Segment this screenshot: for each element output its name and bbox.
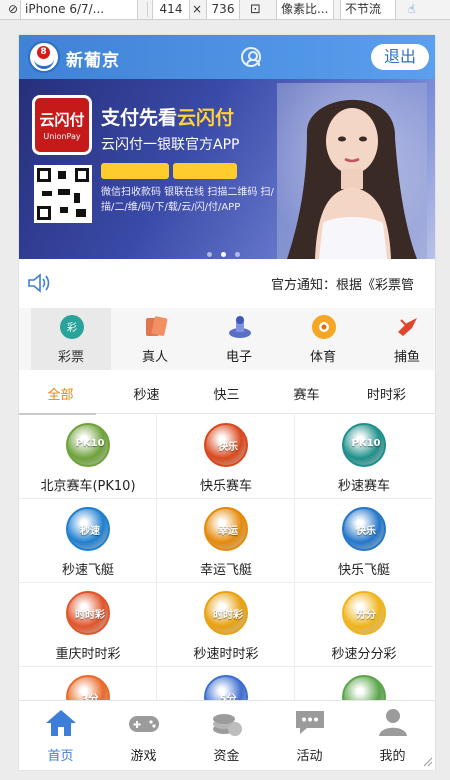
home-icon bbox=[46, 710, 76, 736]
game-name: 快乐飞艇 bbox=[337, 563, 390, 578]
carousel-dots[interactable] bbox=[207, 242, 249, 259]
game-tile[interactable]: 时时彩 秒速时时彩 bbox=[157, 583, 295, 667]
category-1[interactable]: 彩彩票 bbox=[31, 308, 111, 370]
game-name: 北京赛车(PK10) bbox=[40, 479, 136, 494]
notice-text[interactable]: 官方通知：根据《彩票管 bbox=[271, 274, 431, 293]
nav-label: 首页 bbox=[47, 749, 74, 764]
lottery-ball-icon: 彩 bbox=[60, 315, 84, 339]
touch-icon[interactable]: ☝ bbox=[408, 0, 415, 20]
rotate-device-icon[interactable]: ⊡ bbox=[250, 0, 261, 20]
nav-2[interactable]: 游戏 bbox=[102, 701, 185, 770]
game-tile[interactable]: 快乐 快乐飞艇 bbox=[295, 499, 433, 583]
banner-subtitle: 云闪付一银联官方APP bbox=[101, 137, 240, 153]
logout-button[interactable]: 退出 bbox=[371, 44, 429, 70]
tab-4[interactable]: 赛车 bbox=[265, 378, 348, 414]
brand-logo-icon[interactable]: 8 bbox=[28, 41, 60, 73]
gamepad-icon bbox=[129, 716, 159, 732]
nav-label: 资金 bbox=[213, 749, 240, 764]
notice-bar: 官方通知：根据《彩票管 bbox=[19, 259, 435, 305]
brand-name: 新葡京 bbox=[66, 51, 120, 71]
nav-1[interactable]: 首页 bbox=[19, 701, 102, 770]
rotate-icon[interactable]: ⊘ bbox=[8, 0, 18, 20]
game-tile[interactable]: 幸运 幸运飞艇 bbox=[157, 499, 295, 583]
carousel-dot[interactable] bbox=[207, 252, 212, 257]
fish-icon bbox=[398, 318, 417, 336]
game-icon: 分分 bbox=[342, 591, 386, 635]
nav-label: 游戏 bbox=[130, 749, 157, 764]
bottom-navigation: 首页 游戏 资金 活动 我的 bbox=[19, 700, 435, 770]
nav-label: 活动 bbox=[296, 749, 323, 764]
category-label: 体育 bbox=[309, 350, 336, 365]
game-name: 秒速分分彩 bbox=[331, 647, 397, 662]
tab-2[interactable]: 秒速 bbox=[105, 378, 188, 414]
category-label: 真人 bbox=[141, 350, 168, 365]
game-name: 快乐赛车 bbox=[199, 479, 252, 494]
throttle-select[interactable]: 不节流 bbox=[340, 0, 396, 20]
game-tile[interactable]: 时时彩 重庆时时彩 bbox=[19, 583, 157, 667]
game-name: 幸运飞艇 bbox=[199, 563, 252, 578]
category-4[interactable]: 体育 bbox=[283, 308, 363, 370]
game-icon: 秒速 bbox=[66, 507, 110, 551]
carousel-dot[interactable] bbox=[221, 252, 226, 257]
game-name: 重庆时时彩 bbox=[55, 647, 121, 662]
promo-banner[interactable]: 云闪付 UnionPay 支付先看云闪付 云闪付一银联官方APP 微信扫收款码 … bbox=[19, 79, 435, 259]
game-icon: 时时彩 bbox=[66, 591, 110, 635]
game-name: 秒速时时彩 bbox=[193, 647, 259, 662]
tab-1[interactable]: 全部 bbox=[19, 378, 102, 415]
chat-icon bbox=[296, 711, 324, 734]
user-icon[interactable] bbox=[241, 47, 261, 67]
game-name: 秒速飞艇 bbox=[61, 563, 114, 578]
app-header: 8 新葡京 退出 bbox=[19, 35, 435, 79]
banner-model-image bbox=[277, 83, 427, 259]
tab-5[interactable]: 时时彩 bbox=[345, 378, 428, 414]
category-2[interactable]: 真人 bbox=[115, 308, 195, 370]
lottery-tabs: 全部 秒速 快三 赛车 时时彩 bbox=[19, 378, 435, 415]
category-label: 捕鱼 bbox=[393, 350, 420, 365]
game-name: 秒速赛车 bbox=[337, 479, 390, 494]
times-label: × bbox=[192, 2, 203, 16]
tab-3[interactable]: 快三 bbox=[185, 378, 268, 414]
game-tile[interactable]: 快乐 快乐赛车 bbox=[157, 415, 295, 499]
playing-cards-icon bbox=[146, 316, 168, 336]
game-icon: 快乐 bbox=[204, 423, 248, 467]
game-icon: 幸运 bbox=[204, 507, 248, 551]
phone-viewport: 8 新葡京 退出 云闪付 UnionPay 支付先看云闪付 云闪付一银联官方AP… bbox=[19, 35, 435, 770]
soccer-ball-icon bbox=[312, 315, 336, 339]
unionpay-logo: 云闪付 UnionPay bbox=[32, 95, 92, 155]
game-tile[interactable]: 秒速 秒速飞艇 bbox=[19, 499, 157, 583]
banner-description: 微信扫收款码 银联在线 扫描二维码 扫/描/二/维/码/下/载/云/闪/付/AP… bbox=[101, 187, 274, 213]
banner-title: 支付先看云闪付 bbox=[101, 107, 235, 129]
banner-badge-1 bbox=[101, 163, 169, 179]
devtools-toolbar: ⊘ iPhone 6/7/... 414 × 736 ⊡ 像素比... 不节流 … bbox=[0, 0, 450, 20]
pixel-ratio-select[interactable]: 像素比... bbox=[276, 0, 334, 20]
svg-text:彩: 彩 bbox=[67, 322, 77, 334]
category-3[interactable]: 电子 bbox=[199, 308, 279, 370]
category-label: 彩票 bbox=[57, 350, 84, 365]
height-field[interactable]: 736 bbox=[206, 0, 240, 20]
carousel-dot[interactable] bbox=[235, 252, 240, 257]
game-icon: PK10 bbox=[66, 423, 110, 467]
device-select[interactable]: iPhone 6/7/... bbox=[20, 0, 138, 20]
coins-icon bbox=[213, 714, 242, 736]
qr-code-icon bbox=[34, 165, 92, 223]
game-grid: PK10 北京赛车(PK10) 快乐 快乐赛车 PK10 秒速赛车 秒速 秒速飞艇 幸运 幸运飞艇… bbox=[19, 415, 435, 751]
game-icon: 快乐 bbox=[342, 507, 386, 551]
category-label: 电子 bbox=[225, 350, 252, 365]
logo-number: 8 bbox=[37, 46, 50, 59]
game-tile[interactable]: PK10 北京赛车(PK10) bbox=[19, 415, 157, 499]
speaker-icon bbox=[28, 273, 50, 293]
resize-handle-icon[interactable] bbox=[421, 755, 433, 767]
nav-4[interactable]: 活动 bbox=[268, 701, 351, 770]
category-bar: 彩彩票 真人 电子 体育 捕鱼 bbox=[19, 308, 435, 370]
game-tile[interactable]: PK10 秒速赛车 bbox=[295, 415, 433, 499]
game-tile[interactable]: 分分 秒速分分彩 bbox=[295, 583, 433, 667]
slot-machine-icon bbox=[229, 316, 251, 338]
game-icon: PK10 bbox=[342, 423, 386, 467]
person-icon bbox=[379, 709, 407, 736]
game-icon: 时时彩 bbox=[204, 591, 248, 635]
width-field[interactable]: 414 bbox=[152, 0, 190, 20]
category-5[interactable]: 捕鱼 bbox=[367, 308, 435, 370]
nav-3[interactable]: 资金 bbox=[185, 701, 268, 770]
banner-badge-2 bbox=[173, 163, 237, 179]
